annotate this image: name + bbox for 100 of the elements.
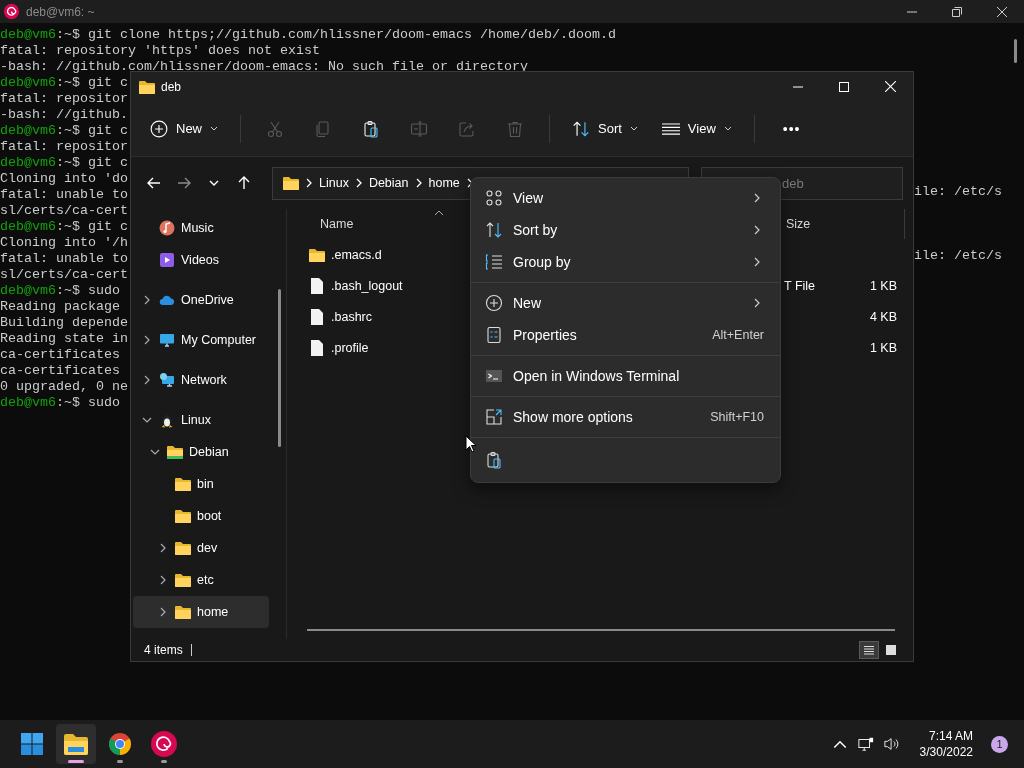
- terminal-line: deb@vm6:~$ git c: [0, 123, 128, 138]
- nav-item[interactable]: Network: [133, 364, 269, 396]
- plus-icon: [150, 119, 168, 138]
- chevron-icon: [306, 178, 312, 188]
- chevron-right-icon[interactable]: [142, 295, 152, 305]
- tile-icon: [885, 644, 897, 656]
- breadcrumb[interactable]: Linux: [319, 176, 349, 190]
- sort-icon: [572, 119, 590, 138]
- view-button[interactable]: View: [653, 112, 740, 145]
- computer-icon: [159, 332, 175, 348]
- terminal-line: fatal: repository 'https' does not exist: [0, 43, 320, 58]
- breadcrumb[interactable]: Debian: [368, 176, 409, 190]
- folder-icon: [139, 79, 155, 94]
- status-text: 4 items: [144, 644, 192, 656]
- file-item[interactable]: .bashrc: [307, 308, 467, 325]
- caret-icon: [723, 126, 732, 131]
- file-item[interactable]: .bash_logout: [307, 277, 467, 294]
- nav-item[interactable]: OneDrive: [133, 284, 269, 316]
- chevron-down-icon[interactable]: [150, 447, 160, 457]
- sort-icon: [485, 221, 503, 239]
- nav-item[interactable]: etc: [133, 564, 269, 596]
- grid-icon: [485, 189, 503, 207]
- file-item[interactable]: .emacs.d: [307, 247, 467, 262]
- network-icon[interactable]: [857, 736, 874, 752]
- folder-icon: [175, 476, 191, 492]
- terminal-line: fatal: unable to: [0, 187, 128, 202]
- file-item[interactable]: .profile: [307, 339, 467, 356]
- nav-item[interactable]: bin: [133, 468, 269, 500]
- terminal-line: ile: /etc/s: [914, 184, 1002, 200]
- menu-item[interactable]: New: [475, 287, 776, 319]
- explorer-taskbar-button[interactable]: [56, 724, 96, 764]
- chevron-right-icon[interactable]: [158, 575, 168, 585]
- arrow-left-icon: [146, 175, 162, 191]
- chevron-down-icon[interactable]: [142, 415, 152, 425]
- video-icon: [159, 252, 175, 268]
- chevron-right-icon[interactable]: [158, 543, 168, 553]
- terminal-line: deb@vm6:~$ git c: [0, 155, 128, 170]
- nav-item[interactable]: Debian: [133, 436, 269, 468]
- folder-icon: [175, 604, 191, 620]
- terminal-line: ca-certificates: [0, 347, 120, 362]
- volume-icon[interactable]: [883, 736, 900, 752]
- arrow-up-icon: [236, 175, 252, 191]
- menu-item[interactable]: Open in Windows Terminal: [475, 360, 776, 392]
- more-button[interactable]: •••: [774, 112, 809, 145]
- penguin-icon: [159, 412, 175, 428]
- chevron-right-icon[interactable]: [142, 375, 152, 385]
- file-icon: [311, 277, 323, 294]
- swirl-icon: [151, 731, 177, 757]
- nav-item[interactable]: Linux: [133, 404, 269, 436]
- chevron-icon: [754, 193, 760, 203]
- terminal-icon: [485, 367, 503, 385]
- terminal-line: sl/certs/ca-cert: [0, 203, 128, 218]
- chevron-icon: [754, 225, 760, 235]
- terminal-line: Reading state in: [0, 331, 128, 346]
- terminal-line: fatal: repositor: [0, 91, 128, 106]
- chevron-icon: [754, 298, 760, 308]
- sort-button[interactable]: Sort: [564, 112, 646, 145]
- menu-item[interactable]: Show more options Shift+F10: [475, 401, 776, 433]
- scrollbar[interactable]: [307, 629, 895, 631]
- terminal-line: ca-certificates: [0, 363, 120, 378]
- nav-item[interactable]: boot: [133, 500, 269, 532]
- caret-icon: [210, 126, 218, 131]
- start-icon: [20, 732, 44, 756]
- clock[interactable]: 7:14 AM 3/30/2022: [919, 728, 973, 760]
- folder-icon: [283, 176, 299, 190]
- table-cell: 1 KB: [869, 340, 897, 355]
- nav-item[interactable]: Music: [133, 212, 269, 244]
- nav-item[interactable]: home: [133, 596, 269, 628]
- chevron-right-icon[interactable]: [142, 335, 152, 345]
- details-view-button[interactable]: [859, 641, 879, 659]
- running-indicator: [161, 760, 167, 763]
- debian-icon: [3, 3, 20, 20]
- folder-icon: [309, 247, 325, 262]
- window-title: deb@vm6: ~: [26, 4, 95, 19]
- menu-item[interactable]: Properties Alt+Enter: [475, 319, 776, 351]
- terminal-line: deb@vm6:~$ sudo: [0, 283, 120, 298]
- nav-item[interactable]: Videos: [133, 244, 269, 276]
- properties-icon: [485, 326, 503, 344]
- list-icon: [863, 644, 875, 656]
- terminal-line: 0 upgraded, 0 ne: [0, 379, 128, 394]
- folder-icon: [175, 508, 191, 524]
- scrollbar[interactable]: [1014, 39, 1017, 63]
- new-button[interactable]: New: [142, 112, 226, 145]
- menu-item[interactable]: Group by: [475, 246, 776, 278]
- scrollbar[interactable]: [278, 289, 281, 447]
- nav-item[interactable]: dev: [133, 532, 269, 564]
- terminal-line: Cloning into '/h: [0, 235, 128, 250]
- folder-icon: [167, 444, 183, 460]
- terminal-line: fatal: repositor: [0, 139, 128, 154]
- column-header[interactable]: Name: [307, 209, 434, 239]
- terminal-line: deb@vm6:~$ git c: [0, 219, 128, 234]
- terminal-line: Reading package: [0, 299, 120, 314]
- menu-item[interactable]: Sort by: [475, 214, 776, 246]
- breadcrumb[interactable]: home: [428, 176, 460, 190]
- terminal-line: deb@vm6:~$ git c: [0, 75, 128, 90]
- nav-item[interactable]: My Computer: [133, 324, 269, 356]
- terminal-line: Cloning into 'do: [0, 171, 128, 186]
- notification-badge[interactable]: 1: [991, 735, 1008, 753]
- file-icon: [311, 308, 323, 325]
- chevron-right-icon[interactable]: [158, 607, 168, 617]
